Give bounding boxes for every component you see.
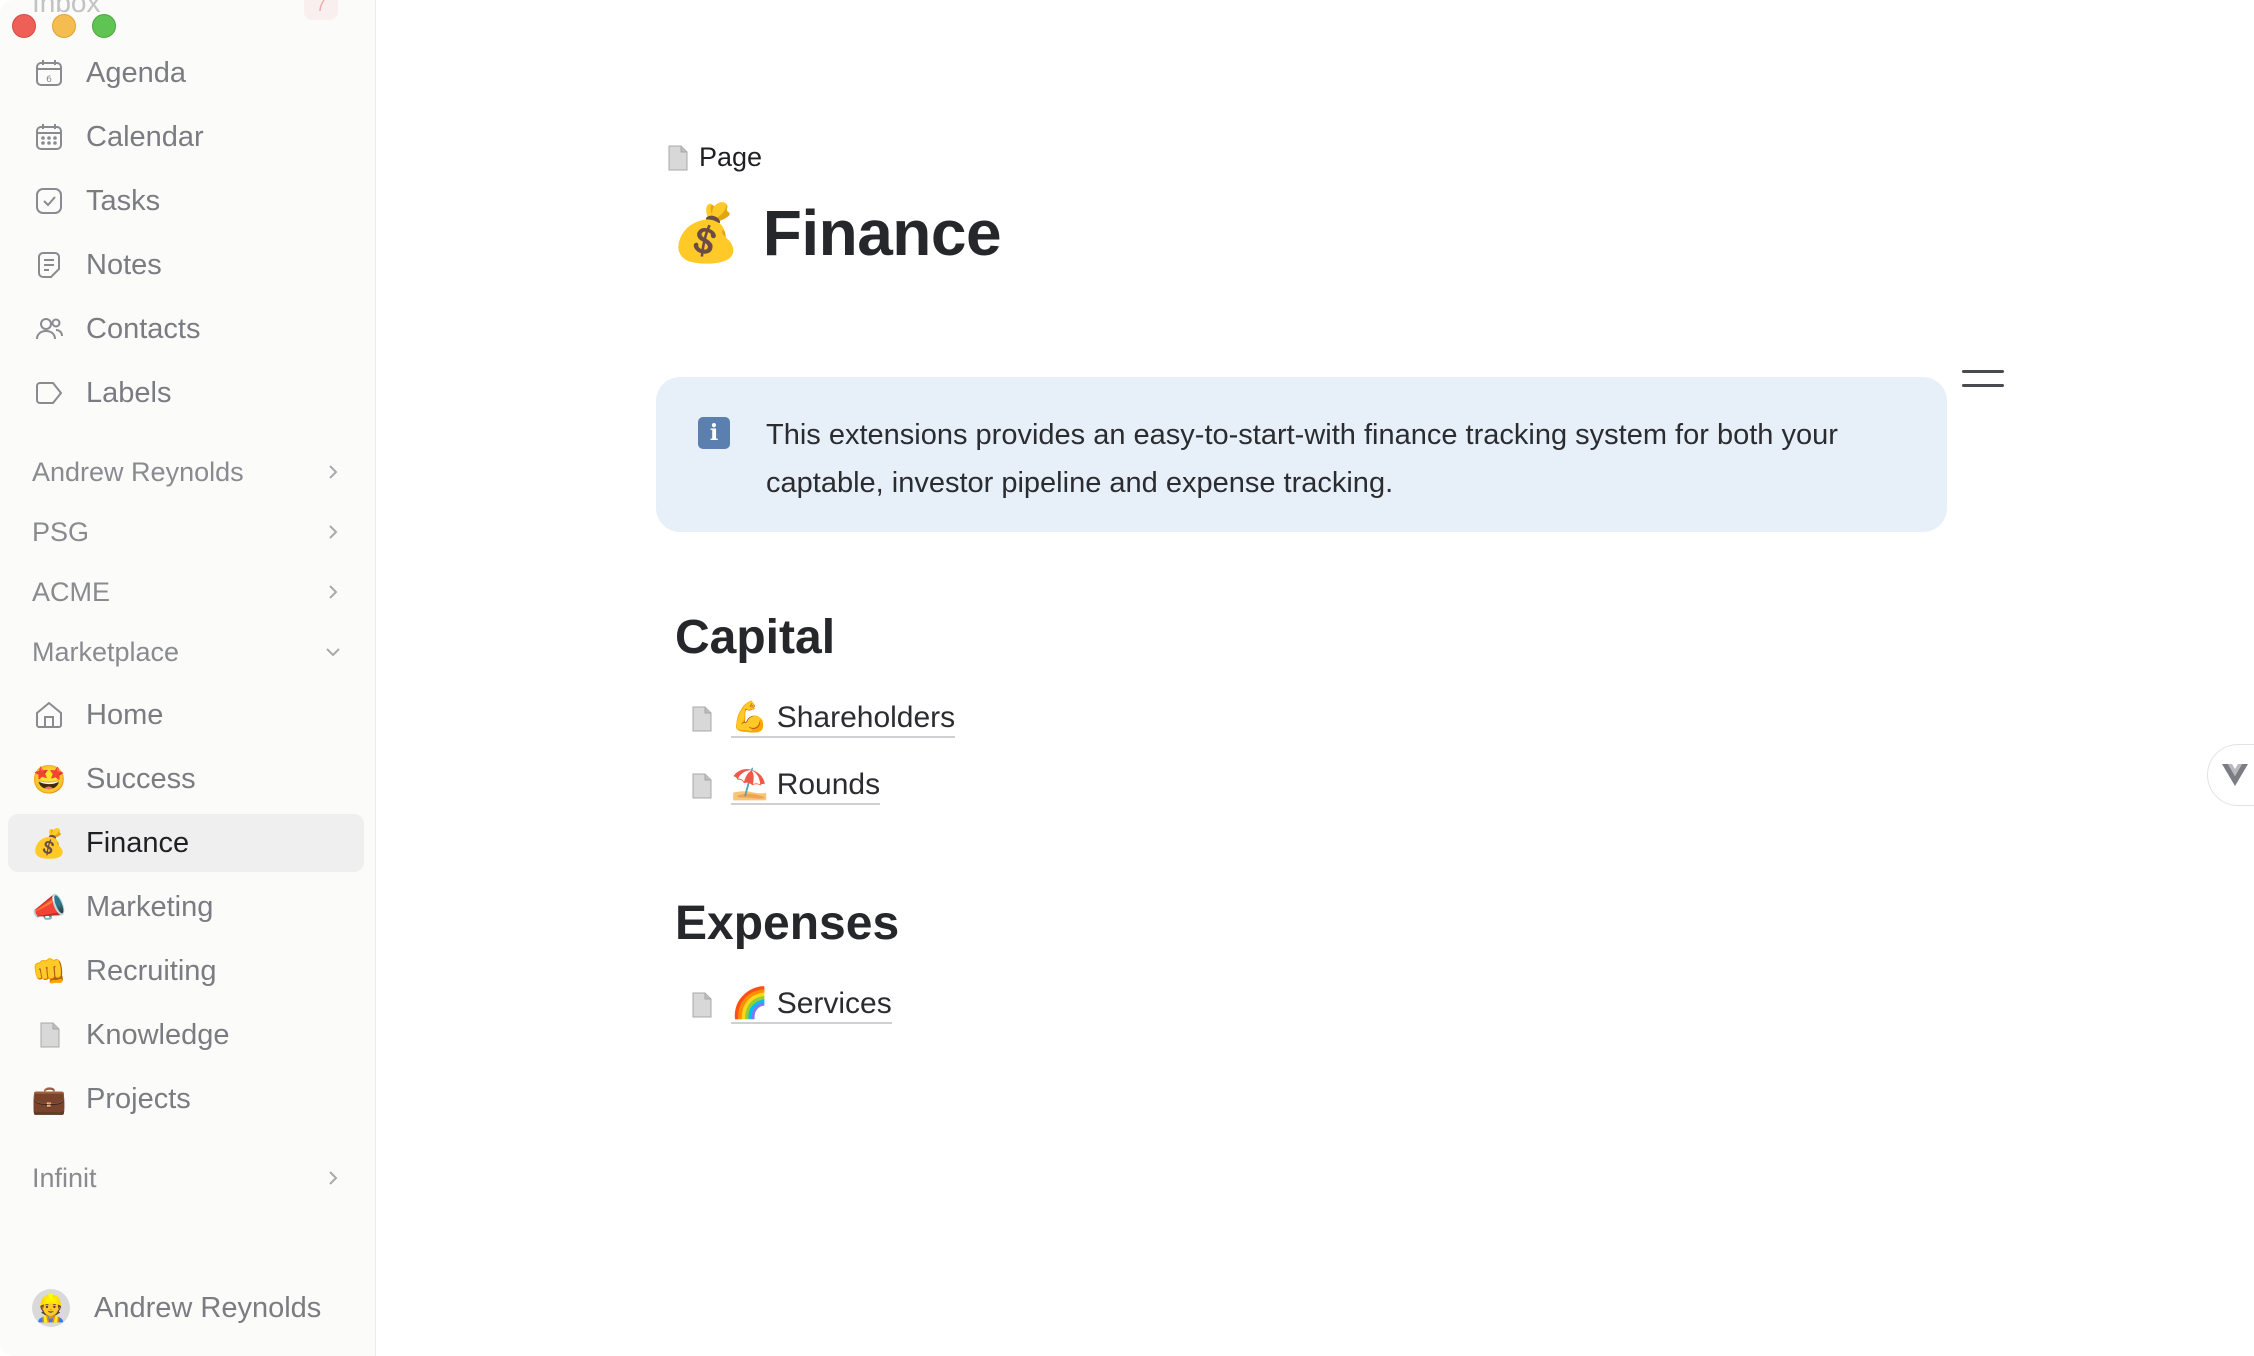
sidebar: Inbox 7 6 Agenda Calendar Tasks Notes Co…	[0, 0, 376, 1356]
sidebar-item-marketing[interactable]: 📣 Marketing	[8, 878, 364, 936]
sidebar-item-agenda[interactable]: 6 Agenda	[8, 44, 364, 102]
rainbow-emoji-icon: 🌈	[731, 987, 769, 1020]
page-link-label: 🌈 Services	[731, 986, 892, 1024]
page-title-text: Finance	[762, 197, 1002, 269]
page-link-text: Rounds	[776, 768, 881, 801]
page-icon	[691, 773, 713, 799]
megaphone-emoji-icon: 📣	[31, 891, 67, 923]
umbrella-emoji-icon: ⛱️	[731, 768, 769, 801]
chevron-right-icon	[322, 581, 344, 603]
svg-text:6: 6	[46, 75, 52, 85]
page-link-label: ⛱️ Rounds	[731, 767, 881, 805]
labels-icon	[32, 376, 66, 410]
sidebar-item-label: Notes	[86, 248, 162, 281]
page-link-services[interactable]: 🌈 Services	[691, 986, 892, 1024]
vue-logo-icon	[2220, 758, 2250, 793]
close-window-button[interactable]	[12, 14, 36, 38]
briefcase-emoji-icon: 💼	[31, 1083, 67, 1115]
chevron-right-icon	[322, 521, 344, 543]
sidebar-item-label: Knowledge	[86, 1018, 230, 1051]
chevron-down-icon	[322, 641, 344, 663]
side-panel-toggle[interactable]	[2207, 744, 2254, 806]
sidebar-item-success[interactable]: 🤩 Success	[8, 750, 364, 808]
sidebar-item-projects[interactable]: 💼 Projects	[8, 1070, 364, 1128]
sidebar-item-contacts[interactable]: Contacts	[8, 300, 364, 358]
sidebar-item-label: Recruiting	[86, 954, 217, 987]
page-title[interactable]: 💰 Finance	[671, 196, 1002, 270]
hamburger-menu-icon[interactable]	[1962, 370, 2004, 396]
sidebar-section-marketplace[interactable]: Marketplace	[32, 630, 344, 674]
sidebar-section-acme[interactable]: ACME	[32, 570, 344, 614]
minimize-window-button[interactable]	[52, 14, 76, 38]
notes-icon	[32, 248, 66, 282]
sidebar-section-label: Infinit	[32, 1162, 97, 1193]
page-icon	[691, 992, 713, 1018]
sidebar-section-label: ACME	[32, 576, 111, 607]
sidebar-item-label: Calendar	[86, 120, 204, 153]
chevron-right-icon	[322, 1167, 344, 1189]
sidebar-item-calendar[interactable]: Calendar	[8, 108, 364, 166]
sidebar-section-psg[interactable]: PSG	[32, 510, 344, 554]
sidebar-item-finance[interactable]: 💰 Finance	[8, 814, 364, 872]
maximize-window-button[interactable]	[92, 14, 116, 38]
sidebar-item-label: Labels	[86, 376, 172, 409]
sidebar-item-label: Success	[86, 762, 196, 795]
callout-text: This extensions provides an easy-to-star…	[766, 419, 1838, 499]
calendar-icon	[32, 120, 66, 154]
home-icon	[32, 698, 66, 732]
sidebar-item-labels[interactable]: Labels	[8, 364, 364, 422]
sidebar-item-label: Agenda	[86, 56, 186, 89]
app-window: Inbox 7 6 Agenda Calendar Tasks Notes Co…	[0, 0, 2254, 1356]
sidebar-item-label: Home	[86, 698, 164, 731]
sidebar-item-label: Projects	[86, 1082, 191, 1115]
sidebar-item-label: Tasks	[86, 184, 161, 217]
sidebar-item-notes[interactable]: Notes	[8, 236, 364, 294]
page-icon	[32, 1018, 66, 1052]
user-name: Andrew Reynolds	[94, 1291, 322, 1324]
sidebar-section-infinit[interactable]: Infinit	[32, 1156, 344, 1200]
sidebar-section-label: PSG	[32, 516, 90, 547]
user-profile-button[interactable]: 👷 Andrew Reynolds	[32, 1288, 321, 1328]
sidebar-item-tasks[interactable]: Tasks	[8, 172, 364, 230]
page-icon	[691, 706, 713, 732]
page-link-text: Shareholders	[776, 701, 956, 734]
avatar: 👷	[32, 1289, 70, 1327]
info-callout: i This extensions provides an easy-to-st…	[656, 377, 1947, 532]
fist-emoji-icon: 👊	[31, 955, 67, 987]
page-icon	[667, 145, 689, 171]
breadcrumb-label: Page	[699, 142, 763, 172]
sidebar-item-label: Finance	[86, 826, 190, 859]
sidebar-item-home[interactable]: Home	[8, 686, 364, 744]
breadcrumb[interactable]: Page	[667, 142, 762, 173]
main-content: Page 💰 Finance i This extensions provide…	[377, 0, 2254, 1356]
money-bag-emoji-icon: 💰	[671, 201, 741, 264]
window-controls	[12, 14, 116, 38]
page-link-label: 💪 Shareholders	[731, 700, 956, 738]
sidebar-section-andrew-reynolds[interactable]: Andrew Reynolds	[32, 450, 344, 494]
sidebar-section-label: Marketplace	[32, 636, 180, 667]
chevron-right-icon	[322, 461, 344, 483]
tasks-icon	[32, 184, 66, 218]
info-icon: i	[698, 417, 730, 449]
agenda-icon: 6	[32, 56, 66, 90]
page-link-rounds[interactable]: ⛱️ Rounds	[691, 767, 881, 805]
page-link-text: Services	[776, 987, 892, 1020]
star-struck-emoji-icon: 🤩	[31, 763, 67, 795]
sidebar-item-recruiting[interactable]: 👊 Recruiting	[8, 942, 364, 1000]
inbox-count-badge: 7	[304, 0, 338, 20]
section-heading-expenses: Expenses	[675, 897, 900, 950]
sidebar-item-knowledge[interactable]: Knowledge	[8, 1006, 364, 1064]
money-bag-emoji-icon: 💰	[31, 827, 67, 859]
page-link-shareholders[interactable]: 💪 Shareholders	[691, 700, 956, 738]
section-heading-capital: Capital	[675, 611, 836, 664]
flexed-biceps-emoji-icon: 💪	[731, 701, 769, 734]
sidebar-item-label: Contacts	[86, 312, 201, 345]
contacts-icon	[32, 312, 66, 346]
sidebar-item-label: Marketing	[86, 890, 214, 923]
sidebar-section-label: Andrew Reynolds	[32, 456, 244, 487]
